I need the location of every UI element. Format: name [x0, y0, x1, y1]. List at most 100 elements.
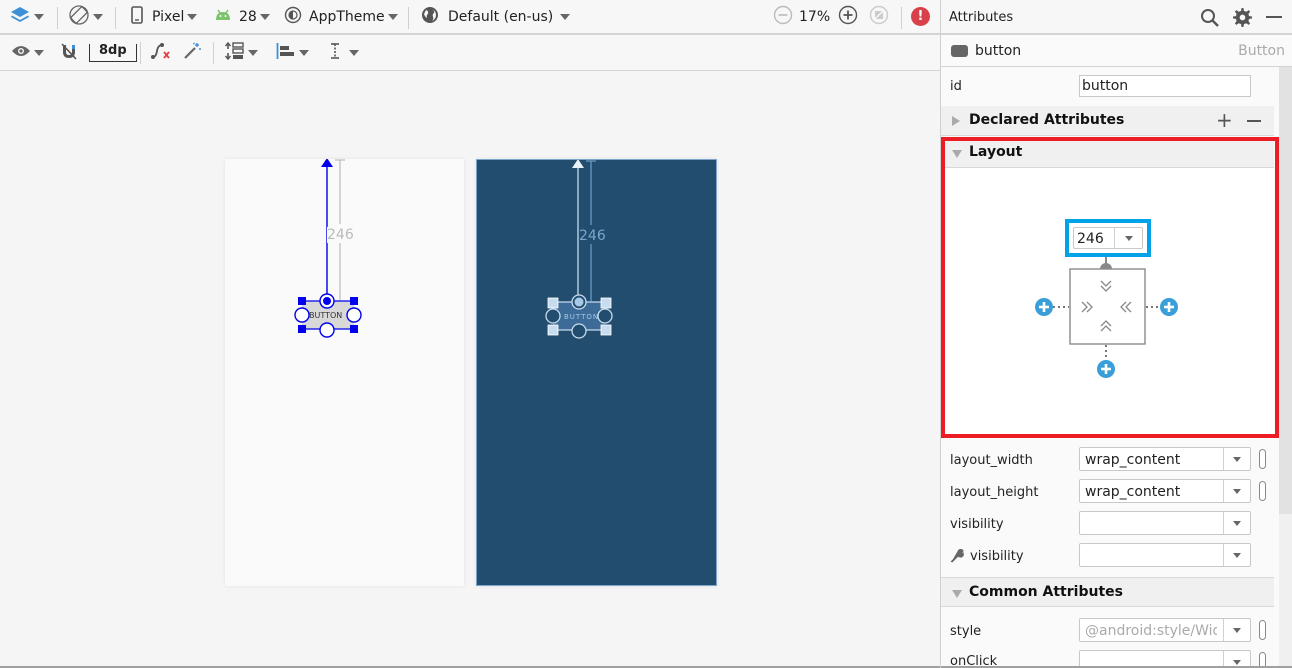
chevron-down-icon	[387, 13, 398, 20]
zoom-to-fit-button[interactable]	[869, 0, 889, 33]
editor-toolbar-top: Pixel 28 AppTheme Default (en-us) 17% !	[0, 0, 940, 35]
blueprint-overlay	[545, 160, 613, 339]
dropdown-button[interactable]	[1223, 448, 1250, 470]
remove-icon[interactable]	[1247, 120, 1261, 122]
android-studio-layout-editor: Pixel 28 AppTheme Default (en-us) 17% ! …	[0, 0, 1292, 668]
collapse-triangle-icon	[952, 150, 962, 158]
api-level-selector[interactable]: 28	[214, 0, 270, 33]
layout-width-combo[interactable]: wrap_content	[1079, 447, 1251, 471]
design-canvas[interactable]: 246 BUTTON 246 BUTTON	[0, 72, 940, 666]
attributes-panel: Attributes button Button id button Decla…	[940, 0, 1292, 668]
component-type: Button	[1238, 43, 1285, 59]
resize-handle	[547, 324, 559, 336]
gear-icon[interactable]	[1233, 8, 1252, 31]
constraint-widget-graphic	[1035, 254, 1178, 378]
minimize-icon[interactable]	[1266, 16, 1282, 18]
locale-selector[interactable]: Default (en-us)	[421, 0, 571, 33]
layout-width-value: wrap_content	[1085, 452, 1181, 468]
chevron-down-icon	[34, 13, 44, 20]
device-selector[interactable]: Pixel	[131, 0, 198, 33]
resource-picker-button[interactable]	[1259, 449, 1266, 469]
zoom-out-icon	[773, 5, 793, 29]
chevron-down-icon	[1233, 488, 1241, 494]
tools-visibility-label: visibility	[970, 549, 1024, 564]
declared-attributes-header[interactable]: Declared Attributes +	[941, 106, 1274, 136]
button-widget-icon	[951, 45, 968, 57]
device-label: Pixel	[152, 8, 185, 25]
layout-height-combo[interactable]: wrap_content	[1079, 479, 1251, 503]
dropdown-button[interactable]	[1223, 544, 1250, 566]
visibility-combo[interactable]	[1079, 511, 1251, 535]
dropdown-button[interactable]	[1223, 512, 1250, 534]
chevron-down-icon	[1233, 552, 1241, 558]
magic-wand-icon	[183, 42, 203, 64]
chevron-down-icon	[1124, 235, 1133, 241]
collapse-triangle-icon	[952, 590, 962, 598]
margin-top-label: 246	[327, 227, 354, 243]
resize-handle	[350, 325, 358, 333]
constraint-arrow-icon	[321, 159, 333, 167]
locale-label: Default (en-us)	[448, 8, 554, 25]
button-text: BUTTON	[564, 313, 600, 321]
editor-toolbar-second: 8dp	[0, 35, 940, 71]
resource-picker-button[interactable]	[1259, 620, 1266, 640]
chevron-down-icon	[259, 13, 270, 20]
layout-width-label: layout_width	[950, 453, 1033, 468]
clear-constraints-icon	[150, 42, 172, 64]
chevron-down-icon	[1233, 456, 1241, 462]
globe-icon	[421, 6, 439, 28]
guidelines-button[interactable]	[328, 35, 359, 70]
selected-component-row: button Button	[941, 35, 1292, 67]
add-left-constraint-button	[1035, 298, 1053, 316]
resource-picker-button[interactable]	[1259, 481, 1266, 501]
resize-handle	[547, 297, 559, 309]
style-label: style	[950, 624, 982, 639]
dropdown-button[interactable]	[1223, 619, 1250, 641]
default-margin-button[interactable]: 8dp	[89, 35, 137, 70]
chevron-down-icon	[349, 49, 359, 56]
search-icon[interactable]	[1200, 8, 1220, 32]
resize-handle	[298, 297, 306, 305]
constraint-widget	[941, 168, 1274, 436]
style-combo[interactable]: @android:style/Widget.Material.Button	[1079, 618, 1251, 642]
id-input[interactable]: button	[1079, 75, 1251, 97]
orientation-button[interactable]	[68, 0, 103, 33]
dropdown-button[interactable]	[1223, 480, 1250, 502]
autoconnect-toggle[interactable]	[60, 35, 78, 70]
chevron-down-icon	[1233, 627, 1241, 633]
zoom-in-button[interactable]	[838, 0, 858, 33]
margin-dropdown-button[interactable]	[1114, 228, 1142, 248]
pack-button[interactable]	[224, 35, 258, 70]
api-level-label: 28	[239, 8, 257, 25]
common-attributes-header[interactable]: Common Attributes	[941, 577, 1274, 607]
align-button[interactable]	[276, 35, 309, 70]
component-name: button	[975, 43, 1022, 59]
design-surface-button[interactable]	[9, 0, 44, 33]
clear-constraints-button[interactable]	[150, 35, 172, 70]
pack-icon	[224, 41, 245, 65]
zoom-fit-icon	[869, 5, 889, 29]
layout-section-title: Layout	[969, 144, 1023, 160]
chevron-down-icon	[248, 49, 258, 56]
margin-top-combo[interactable]: 246	[1073, 227, 1143, 249]
button-text: BUTTON	[309, 311, 343, 320]
design-view-screen[interactable]: 246 BUTTON	[225, 159, 464, 586]
chevron-down-icon	[1233, 520, 1241, 526]
scrollbar-thumb[interactable]	[1279, 67, 1292, 514]
blueprint-view-screen[interactable]: 246 BUTTON	[476, 159, 717, 586]
constraint-arrow-icon	[572, 160, 584, 168]
declared-attributes-title: Declared Attributes	[969, 112, 1125, 128]
view-options-button[interactable]	[11, 35, 44, 70]
zoom-out-button[interactable]	[773, 0, 793, 33]
infer-constraints-button[interactable]	[183, 35, 203, 70]
theme-selector[interactable]: AppTheme	[284, 0, 398, 33]
layout-section-header[interactable]: Layout	[941, 138, 1274, 168]
anchor-left	[545, 308, 561, 324]
error-indicator-button[interactable]: !	[911, 0, 930, 33]
tools-visibility-combo[interactable]	[1079, 543, 1251, 567]
anchor-bottom	[571, 323, 587, 339]
chevron-down-icon	[93, 13, 103, 20]
add-icon[interactable]: +	[1216, 110, 1233, 130]
phone-icon	[131, 5, 143, 28]
align-left-icon	[276, 42, 296, 64]
